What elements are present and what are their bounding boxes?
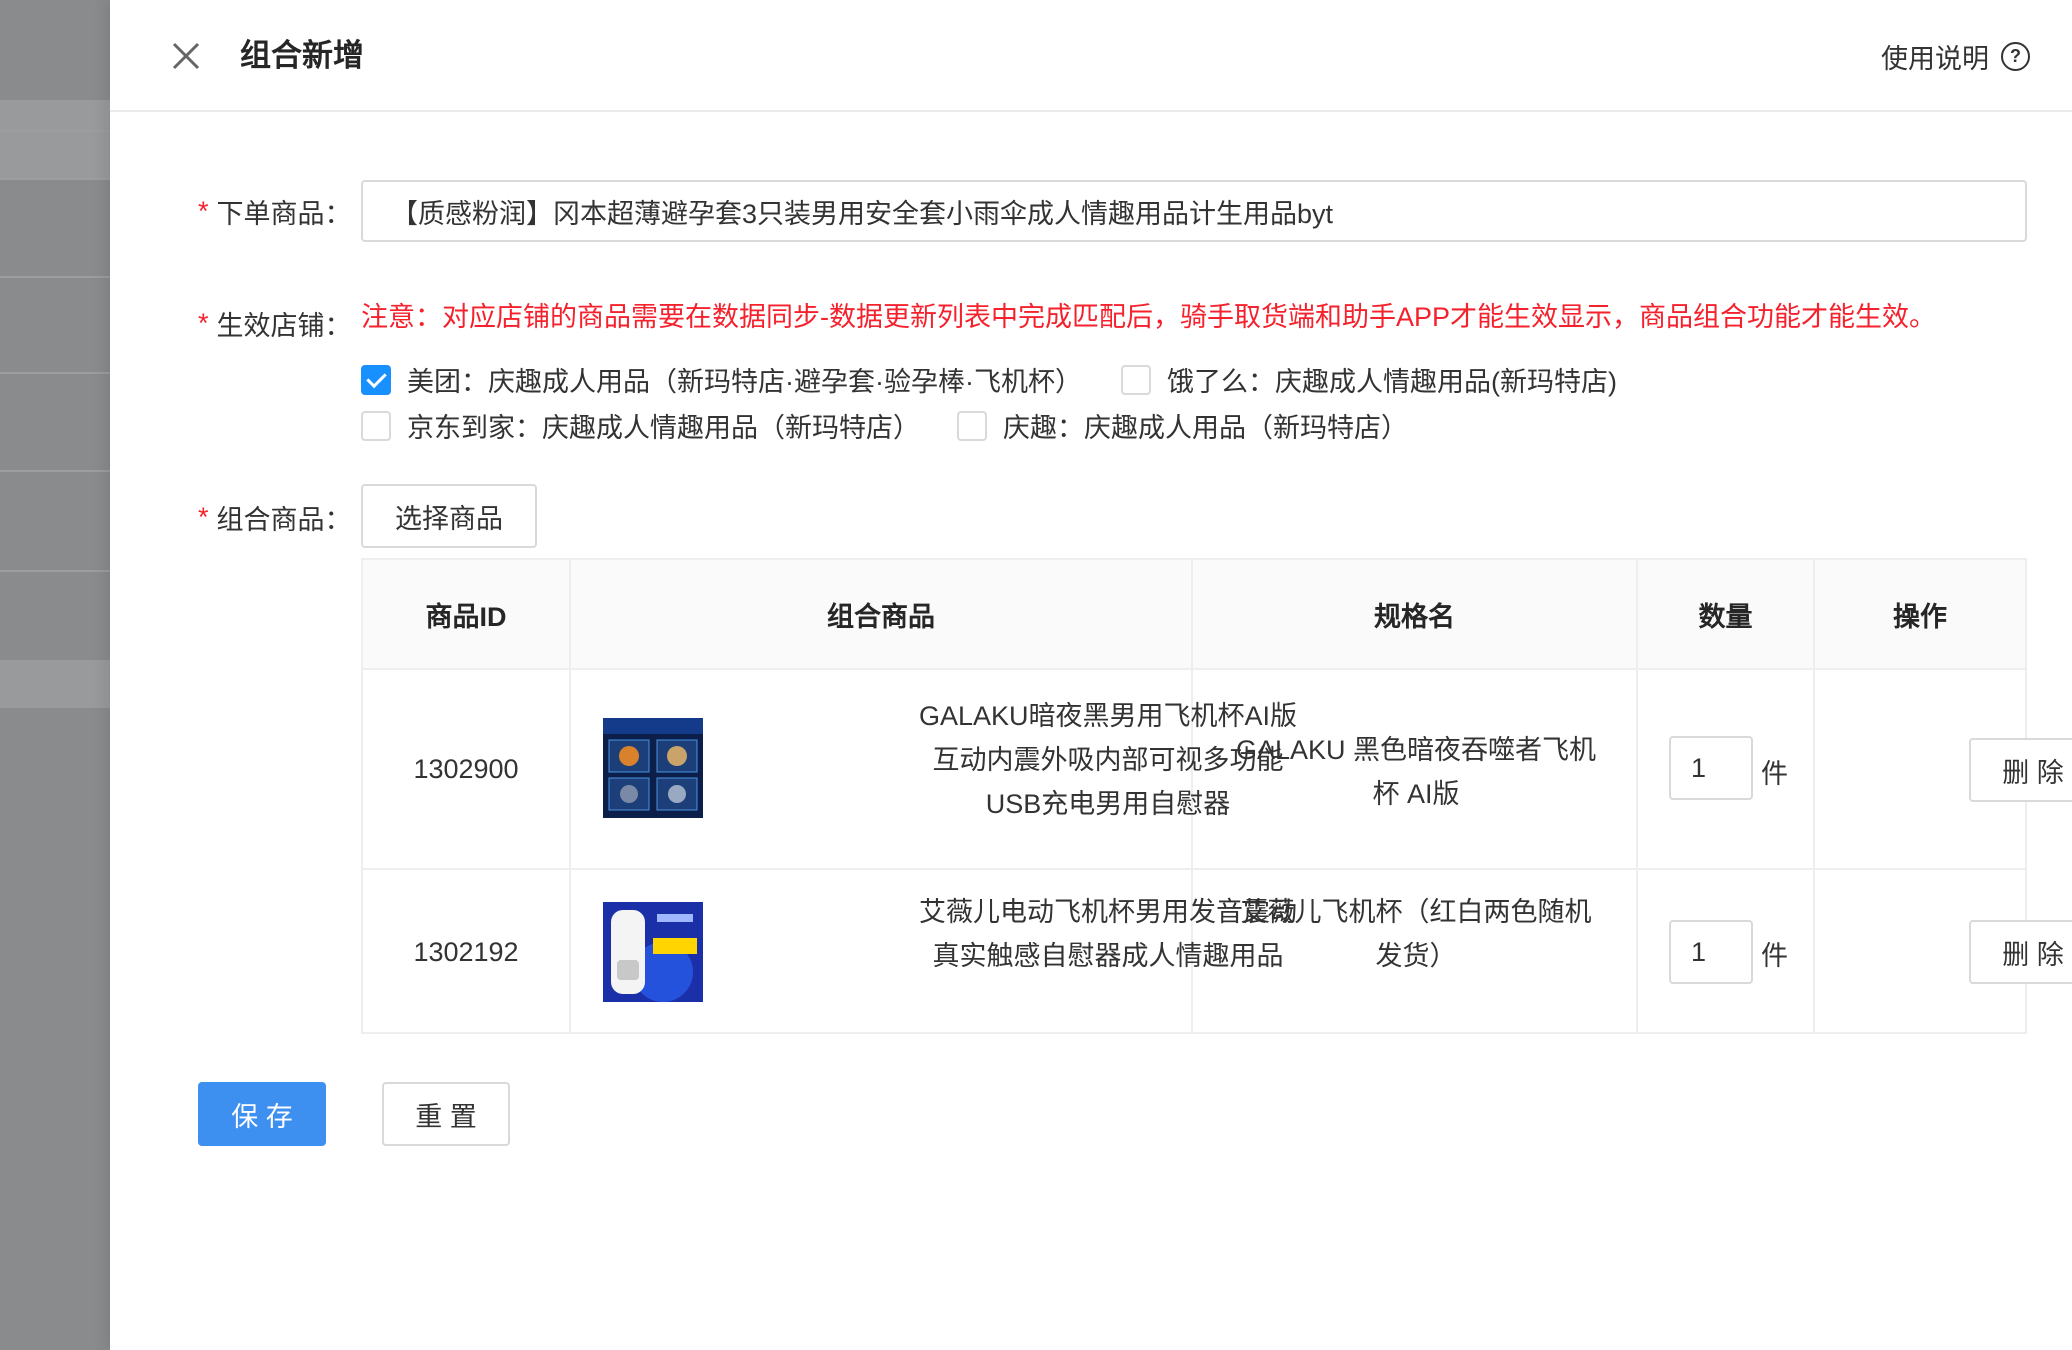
store-label: 京东到家：庆趣成人情趣用品（新玛特店） — [407, 413, 920, 443]
quantity-input[interactable]: 1 — [1669, 736, 1753, 800]
backdrop-divider — [0, 570, 110, 572]
drawer-title: 组合新增 — [240, 38, 364, 73]
store-checkbox-qingqu[interactable]: 庆趣：庆趣成人用品（新玛特店） — [957, 406, 1408, 445]
product-thumbnail — [603, 718, 703, 818]
usage-help-link[interactable]: 使用说明 ? — [1881, 36, 2030, 76]
quantity-input[interactable]: 1 — [1669, 920, 1753, 984]
delete-button[interactable]: 删 除 — [1969, 738, 2072, 802]
required-mark: * — [198, 196, 209, 226]
combo-label-text: 组合商品： — [216, 505, 352, 535]
backdrop-divider — [0, 276, 110, 278]
backdrop-divider — [0, 372, 110, 374]
column-header-id: 商品ID — [363, 560, 571, 670]
combo-add-drawer: 组合新增 使用说明 ? * 下单商品： 【质感粉润】冈本超薄避孕套3只装男用安全… — [110, 0, 2072, 1350]
store-checkbox-meituan[interactable]: 美团：庆趣成人用品（新玛特店·避孕套·验孕棒·飞机杯） — [361, 360, 1082, 399]
required-mark: * — [198, 502, 209, 532]
drawer-header: 组合新增 使用说明 ? — [110, 0, 2072, 112]
column-header-product: 组合商品 — [571, 560, 1193, 670]
stores-label-text: 生效店铺： — [216, 311, 352, 341]
reset-button[interactable]: 重 置 — [382, 1082, 510, 1146]
row-spec-line: 发货） — [1375, 941, 1457, 971]
backdrop-stripe — [0, 100, 110, 180]
save-button[interactable]: 保 存 — [198, 1082, 326, 1146]
checkbox-icon[interactable] — [1121, 364, 1151, 395]
backdrop-divider — [0, 130, 110, 132]
stores-label: * 生效店铺： — [198, 304, 368, 343]
checkbox-checked-icon[interactable] — [361, 364, 391, 395]
select-product-button[interactable]: 选择商品 — [361, 484, 537, 548]
backdrop-stripe — [0, 660, 110, 708]
combo-table: 商品ID 组合商品 规格名 数量 操作 1302900 GALAKU暗夜黑男用飞… — [361, 558, 2072, 1034]
order-product-label: * 下单商品： — [198, 192, 368, 231]
required-mark: * — [198, 308, 209, 338]
row-spec-line: 杯 AI版 — [1372, 779, 1460, 809]
delete-button[interactable]: 删 除 — [1969, 920, 2072, 984]
combo-label: * 组合商品： — [198, 498, 368, 537]
stores-notice: 注意：对应店铺的商品需要在数据同步-数据更新列表中完成匹配后，骑手取货端和助手A… — [361, 302, 1937, 332]
column-header-qty: 数量 — [1638, 560, 1815, 670]
row-spec-line: 艾薇儿飞机杯（红白两色随机 — [1240, 897, 1592, 927]
row-spec-line: GALAKU 黑色暗夜吞噬者飞机 — [1235, 735, 1597, 765]
store-label: 饿了么：庆趣成人情趣用品(新玛特店) — [1167, 367, 1617, 397]
page-backdrop — [0, 0, 110, 1350]
checkbox-icon[interactable] — [361, 410, 391, 441]
store-checkbox-eleme[interactable]: 饿了么：庆趣成人情趣用品(新玛特店) — [1121, 360, 1617, 399]
column-header-action: 操作 — [1815, 560, 2025, 670]
checkbox-icon[interactable] — [957, 410, 987, 441]
row-product-id: 1302900 — [363, 670, 571, 868]
usage-help-label: 使用说明 — [1881, 43, 1989, 74]
row-spec-name: 艾薇儿飞机杯（红白两色随机 发货） — [1221, 890, 1611, 978]
quantity-unit: 件 — [1761, 941, 1788, 971]
close-icon[interactable] — [168, 38, 204, 74]
column-header-spec: 规格名 — [1193, 560, 1638, 670]
row-spec-name: GALAKU 黑色暗夜吞噬者飞机 杯 AI版 — [1221, 728, 1611, 816]
store-checkbox-jddj[interactable]: 京东到家：庆趣成人情趣用品（新玛特店） — [361, 406, 920, 445]
backdrop-divider — [0, 470, 110, 472]
order-product-input[interactable]: 【质感粉润】冈本超薄避孕套3只装男用安全套小雨伞成人情趣用品计生用品byt — [361, 180, 2027, 242]
order-product-label-text: 下单商品： — [216, 199, 352, 229]
question-circle-icon: ? — [2001, 41, 2030, 71]
product-thumbnail — [603, 902, 703, 1002]
backdrop-divider — [0, 178, 110, 180]
store-label: 庆趣：庆趣成人用品（新玛特店） — [1003, 413, 1408, 443]
row-product-id: 1302192 — [363, 870, 571, 1034]
store-label: 美团：庆趣成人用品（新玛特店·避孕套·验孕棒·飞机杯） — [407, 367, 1082, 397]
quantity-unit: 件 — [1761, 759, 1788, 789]
